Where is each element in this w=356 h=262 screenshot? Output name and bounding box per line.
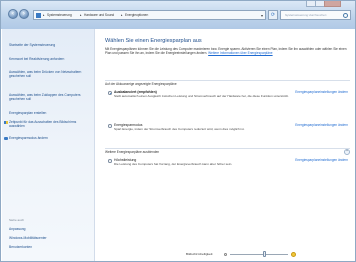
address-bar[interactable]: ▸ Systemsteuerung ▸ Hardware und Sound ▸… xyxy=(33,10,266,20)
change-plan-settings-link[interactable]: Energiesparplaneinstellungen ändern xyxy=(295,123,348,127)
sidebar-item-label: Zeitpunkt für das Ausschalten des Bildsc… xyxy=(9,120,77,129)
dim-sun-icon xyxy=(224,252,227,256)
plan-power-saver: Energiesparmodus Energiesparplaneinstell… xyxy=(108,123,348,141)
shield-icon xyxy=(4,120,8,124)
breadcrumb-hardware-sound[interactable]: Hardware und Sound xyxy=(84,13,114,17)
navigation-buttons: ‹ › xyxy=(8,9,30,21)
section-label: Auf der Akkuanzeige angezeigte Energiesp… xyxy=(105,82,177,86)
breadcrumb-arrow: ▸ xyxy=(80,13,82,17)
plan-radio-balanced[interactable] xyxy=(108,91,112,95)
plan-radio-high-performance[interactable] xyxy=(108,159,112,163)
brightness-label: Bildschirmhelligkeit: xyxy=(186,252,214,256)
plan-high-performance: Höchstleistung Energiesparplaneinstellun… xyxy=(108,158,348,176)
see-also-mobility-center[interactable]: Windows-Mobilitätscenter xyxy=(9,236,89,240)
sidebar-item-require-password[interactable]: Kennwort bei Reaktivierung anfordern xyxy=(9,57,89,61)
change-plan-settings-link[interactable]: Energiesparplaneinstellungen ändern xyxy=(295,90,348,94)
control-panel-window: ‹ › ▸ Systemsteuerung ▸ Hardware und Sou… xyxy=(0,0,356,262)
brightness-slider-thumb[interactable] xyxy=(263,251,267,257)
back-button[interactable]: ‹ xyxy=(8,9,18,19)
collapse-icon[interactable]: ⌃ xyxy=(344,149,350,155)
sidebar-item-control-panel-home[interactable]: Startseite der Systemsteuerung xyxy=(9,43,89,47)
moon-icon xyxy=(4,136,8,140)
sidebar-item-lid-close[interactable]: Auswählen, was beim Zuklappen des Comput… xyxy=(9,93,89,101)
plan-description: Spart Energie, indem der Stromverbrauch … xyxy=(114,127,245,131)
section-additional-plans[interactable]: Weitere Energiesparpläne ausblenden ⌃ xyxy=(105,148,350,155)
breadcrumb-arrow: ▸ xyxy=(121,13,123,17)
change-plan-settings-link[interactable]: Energiesparplaneinstellungen ändern xyxy=(295,158,348,162)
learn-more-link[interactable]: Weitere Informationen über Energiesparpl… xyxy=(208,51,272,55)
control-panel-icon xyxy=(36,13,41,18)
window-controls xyxy=(306,1,341,8)
brightness-control: Bildschirmhelligkeit: xyxy=(186,251,351,259)
brightness-slider[interactable] xyxy=(230,254,288,255)
breadcrumb-power-options[interactable]: Energieoptionen xyxy=(125,13,148,17)
close-button[interactable] xyxy=(324,1,341,7)
section-preferred-plans: Auf der Akkuanzeige angezeigte Energiesp… xyxy=(105,80,350,87)
plan-balanced: Ausbalanciert (empfohlen) Energiesparpla… xyxy=(108,90,348,112)
sidebar-item-sleep[interactable]: Energiesparmodus ändern xyxy=(4,136,89,140)
task-pane: Startseite der Systemsteuerung Kennwort … xyxy=(2,29,95,261)
sidebar-item-display-off[interactable]: Zeitpunkt für das Ausschalten des Bildsc… xyxy=(4,120,89,129)
plan-description: Die Leistung des Computers hat Vorrang, … xyxy=(114,162,233,166)
search-placeholder: Systemsteuerung durchsuchen xyxy=(285,13,327,17)
main-content: Wählen Sie einen Energiesparplan aus Mit… xyxy=(96,29,355,261)
page-title: Wählen Sie einen Energiesparplan aus xyxy=(105,38,202,44)
sidebar-item-power-buttons[interactable]: Auswählen, was beim Drücken von Netzscha… xyxy=(9,70,89,78)
search-box[interactable]: Systemsteuerung durchsuchen xyxy=(280,10,351,20)
sidebar-item-label: Energiesparmodus ändern xyxy=(9,136,48,140)
plan-radio-power-saver[interactable] xyxy=(108,124,112,128)
search-icon[interactable] xyxy=(343,13,348,18)
bright-sun-icon xyxy=(291,251,296,257)
forward-button[interactable]: › xyxy=(18,9,29,19)
refresh-button[interactable]: ⟳ xyxy=(268,10,278,20)
plan-description: Stellt automatisch einen Ausgleich zwisc… xyxy=(114,94,289,98)
chevron-down-icon[interactable]: ▾ xyxy=(261,13,263,18)
section-label: Weitere Energiesparpläne ausblenden xyxy=(105,150,160,154)
see-also-heading: Siehe auch xyxy=(9,218,25,222)
breadcrumb-control-panel[interactable]: Systemsteuerung xyxy=(47,13,72,17)
breadcrumb-arrow: ▸ xyxy=(43,13,45,17)
see-also-personalization[interactable]: Anpassung xyxy=(9,227,89,231)
title-bar: ‹ › ▸ Systemsteuerung ▸ Hardware und Sou… xyxy=(1,1,355,29)
see-also-user-accounts[interactable]: Benutzerkonten xyxy=(9,245,89,249)
sidebar-item-create-plan[interactable]: Energiesparplan erstellen xyxy=(9,111,89,115)
intro-text: Mit Energiesparplänen können Sie die Lei… xyxy=(105,47,348,55)
